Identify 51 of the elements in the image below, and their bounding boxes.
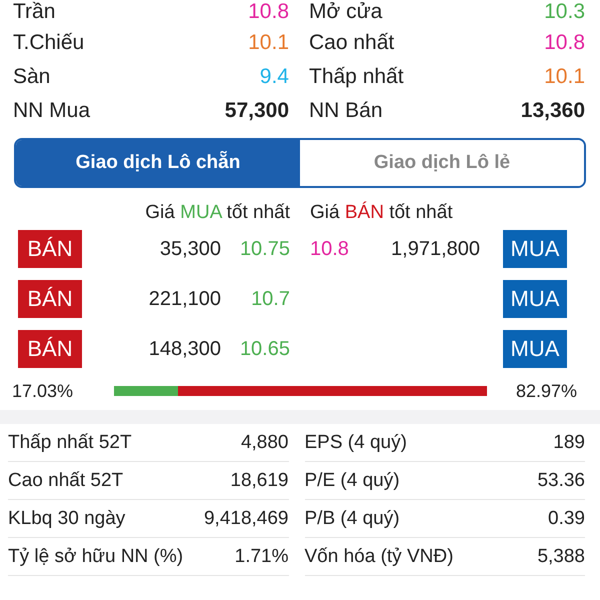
quote-value: 10.1 [544,65,585,89]
sell-button[interactable]: BÁN [18,280,82,318]
stat-label: KLbq 30 ngày [8,508,126,530]
stat-value: 9,418,469 [204,508,288,530]
quote-label: NN Mua [13,99,90,123]
stat-label: Thấp nhất 52T [8,432,132,454]
stat-value: 0.39 [548,508,585,530]
stat-label: P/B (4 quý) [304,508,400,530]
quote-value: 10.8 [544,31,585,55]
quote-label: Sàn [13,65,50,89]
quote-label: Cao nhất [309,31,394,55]
buy-button[interactable]: MUA [503,330,567,368]
bid-volume: 221,100 [148,288,221,310]
bid-price: 10.75 [238,238,290,260]
quote-value: 10.1 [248,31,289,55]
stat-label: EPS (4 quý) [304,432,407,454]
bid-volume: 148,300 [148,338,221,360]
quote-value: 57,300 [224,99,289,123]
bid-price: 10.65 [238,338,290,360]
bid-volume: 35,300 [158,238,221,260]
stat-value: 5,388 [537,546,585,568]
stat-value: 1.71% [234,546,288,568]
quote-label: Thấp nhất [309,65,404,89]
ask-price: 10.8 [310,238,349,260]
stat-value: 53.36 [537,470,585,492]
quote-value: 9.4 [260,65,289,89]
best-ask-heading: Giá BÁN tốt nhất [310,202,453,224]
sell-share: 82.97% [514,380,577,402]
stat-value: 18,619 [230,470,288,492]
sell-button[interactable]: BÁN [18,230,82,268]
stat-value: 189 [553,432,585,454]
buy-share: 17.03% [12,380,74,402]
sell-button[interactable]: BÁN [18,330,82,368]
quote-label: NN Bán [309,99,383,123]
ask-volume: 1,971,800 [391,238,480,260]
best-bid-heading: Giá MUA tốt nhất [144,202,290,224]
stat-label: Tỷ lệ sở hữu NN (%) [8,546,184,568]
quote-label: Mở cửa [309,0,382,24]
quote-value: 10.8 [248,0,289,24]
quote-value: 13,360 [520,99,585,123]
bid-price: 10.7 [250,288,290,310]
quote-label: T.Chiếu [13,31,84,55]
quote-label: Trần [13,0,56,24]
quote-value: 10.3 [544,0,585,24]
buy-button[interactable]: MUA [503,280,567,318]
tab[interactable]: Giao dịch Lô chẵn [16,140,300,186]
stat-value: 4,880 [240,432,288,454]
stat-label: P/E (4 quý) [304,470,400,492]
stat-label: Cao nhất 52T [8,470,124,492]
stat-label: Vốn hóa (tỷ VNĐ) [304,546,454,568]
buy-button[interactable]: MUA [503,230,567,268]
